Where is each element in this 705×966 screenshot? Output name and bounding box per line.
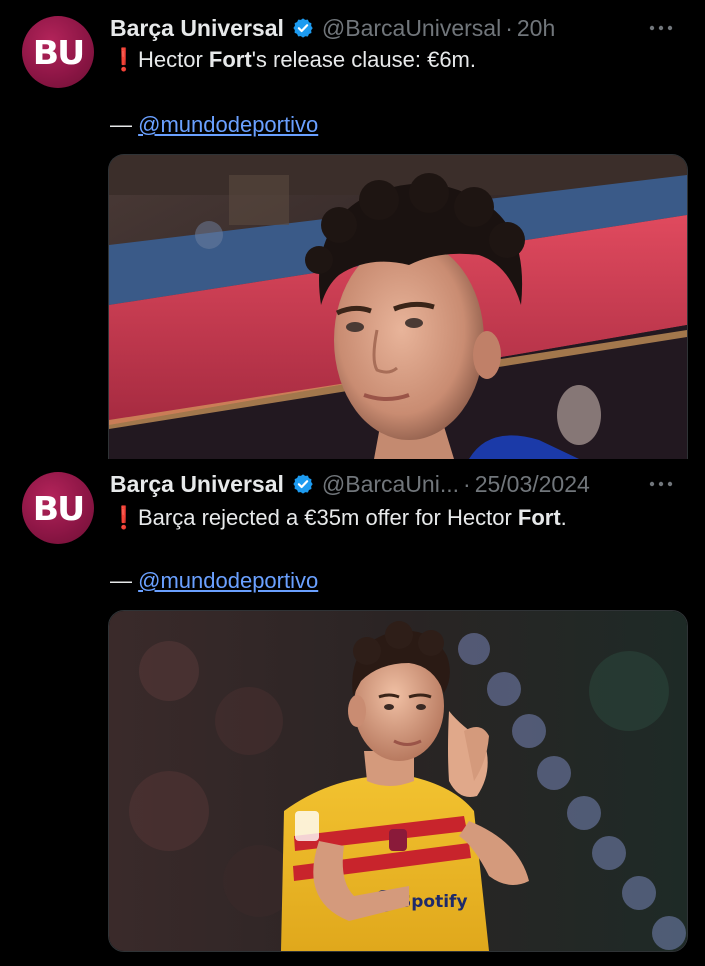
tweet-media-image[interactable] — [108, 154, 688, 459]
more-dots-glyph — [649, 25, 673, 31]
tweet-1[interactable]: BU Barça Universal @BarcaUniversal · 20h… — [0, 0, 705, 459]
avatar[interactable]: BU — [22, 472, 94, 544]
display-name[interactable]: Barça Universal — [110, 471, 284, 498]
exclamation-icon: ❗ — [110, 47, 138, 72]
tweet-media-image[interactable]: Spotify — [108, 610, 688, 952]
player-clapping-image: Spotify — [109, 611, 687, 951]
player-portrait-image — [109, 155, 687, 459]
avatar[interactable]: BU — [22, 16, 94, 88]
tweet-text-bold: Fort — [517, 505, 561, 530]
tweet-text-part: Hector — [138, 47, 209, 72]
tweet-header: Barça Universal @BarcaUni... · 25/03/202… — [110, 468, 675, 500]
timestamp[interactable]: 20h — [517, 15, 555, 42]
handle[interactable]: @BarcaUni... — [322, 471, 459, 498]
tweet-text-bold: Fort — [208, 47, 252, 72]
tweet-header: Barça Universal @BarcaUniversal · 20h — [110, 12, 675, 44]
separator-dot: · — [505, 14, 513, 41]
display-name[interactable]: Barça Universal — [110, 15, 284, 42]
handle[interactable]: @BarcaUniversal — [322, 15, 501, 42]
source-mention-link[interactable]: @mundodeportivo — [138, 112, 318, 137]
source-attribution: — @mundodeportivo — [110, 110, 318, 140]
tweet-2[interactable]: BU Barça Universal @BarcaUni... · 25/03/… — [0, 458, 705, 966]
avatar-logo-text: BU — [32, 32, 85, 72]
tweet-text-part: Barça rejected a €35m offer for Hector — [138, 505, 518, 530]
kit-sponsor-text: Spotify — [399, 892, 468, 912]
verified-badge-icon — [293, 18, 313, 38]
tweet-text-part: 's release clause: €6m. — [251, 47, 476, 72]
verified-badge-icon — [293, 474, 313, 494]
separator-dot: · — [463, 470, 471, 497]
source-dash: — — [110, 112, 139, 137]
source-dash: — — [110, 568, 139, 593]
timestamp[interactable]: 25/03/2024 — [475, 471, 590, 498]
more-dots-glyph — [649, 481, 673, 487]
more-dots-icon[interactable] — [647, 12, 675, 44]
tweet-text: ❗Hector Fort's release clause: €6m. — [110, 45, 685, 75]
avatar-logo-text: BU — [32, 488, 85, 528]
more-dots-icon[interactable] — [647, 468, 675, 500]
exclamation-icon: ❗ — [110, 505, 138, 530]
source-mention-link[interactable]: @mundodeportivo — [138, 568, 318, 593]
tweet-text-part: . — [560, 505, 567, 530]
source-attribution: — @mundodeportivo — [110, 566, 318, 596]
tweet-text: ❗Barça rejected a €35m offer for Hector … — [110, 503, 685, 533]
